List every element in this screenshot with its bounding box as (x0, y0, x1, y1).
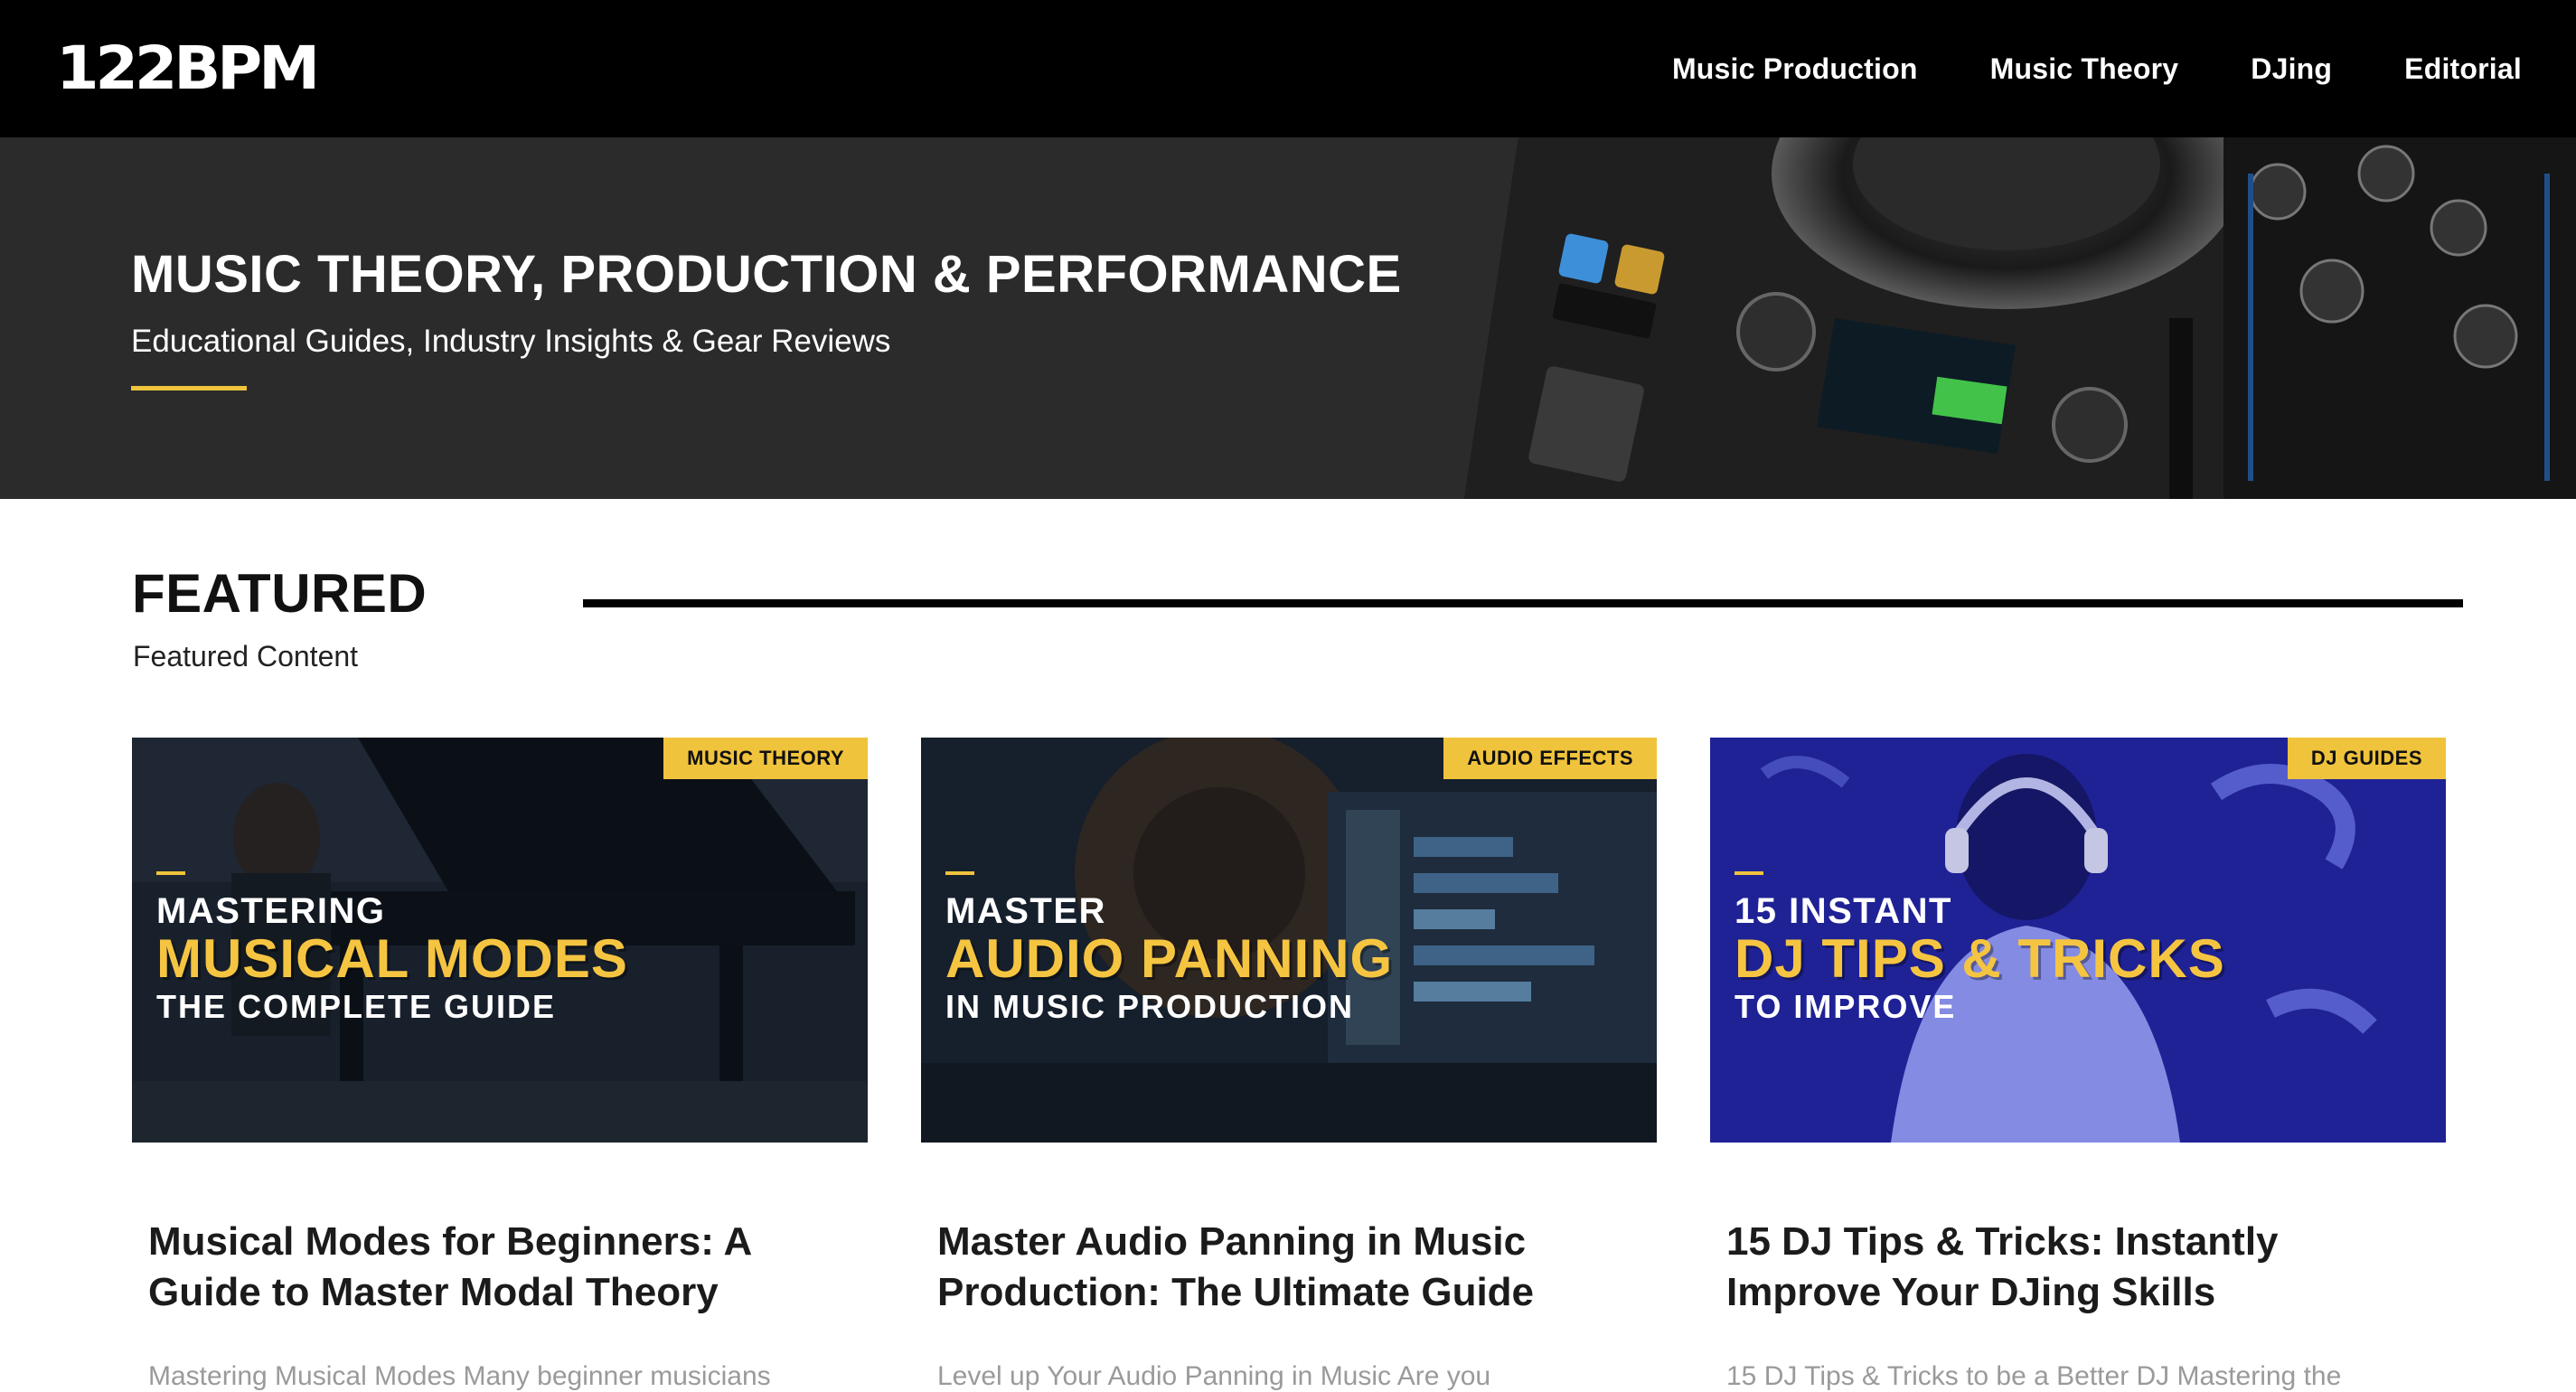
hero-accent-rule (131, 386, 247, 390)
card-excerpt: Mastering Musical Modes Many beginner mu… (148, 1361, 771, 1391)
hero-dj-controller-image (1410, 137, 2576, 499)
site-logo[interactable]: 122BPM (56, 38, 318, 101)
overlay-line-3: THE COMPLETE GUIDE (156, 988, 557, 1025)
card-title[interactable]: Musical Modes for Beginners: A Guide to … (148, 1217, 851, 1318)
overlay-accent-dash (945, 871, 974, 875)
card-excerpt: 15 DJ Tips & Tricks to be a Better DJ Ma… (1726, 1361, 2342, 1391)
top-navigation-bar: 122BPM Music Production Music Theory DJi… (0, 0, 2576, 137)
card-title[interactable]: 15 DJ Tips & Tricks: Instantly Improve Y… (1726, 1217, 2430, 1318)
card-category-badge[interactable]: MUSIC THEORY (663, 738, 868, 779)
card-excerpt: Level up Your Audio Panning in Music Are… (937, 1361, 1491, 1391)
nav-djing[interactable]: DJing (2251, 52, 2332, 86)
overlay-line-2: DJ TIPS & TRICKS (1735, 928, 2225, 989)
hero-subtitle: Educational Guides, Industry Insights & … (131, 324, 891, 359)
overlay-line-2: MUSICAL MODES (156, 928, 628, 989)
featured-card[interactable]: MUSIC THEORY MASTERING MUSICAL MODES THE… (132, 738, 868, 1392)
overlay-line-1: MASTERING (156, 891, 386, 931)
card-thumbnail-overlay-text: MASTERING MUSICAL MODES THE COMPLETE GUI… (156, 871, 628, 1027)
card-thumbnail-studio[interactable]: AUDIO EFFECTS MASTER AUDIO PANNING IN MU… (921, 738, 1657, 1143)
overlay-line-2: AUDIO PANNING (945, 928, 1394, 989)
card-title[interactable]: Master Audio Panning in Music Production… (937, 1217, 1641, 1318)
hero-title: MUSIC THEORY, PRODUCTION & PERFORMANCE (131, 245, 1402, 304)
hero-banner: MUSIC THEORY, PRODUCTION & PERFORMANCE E… (0, 137, 2576, 499)
featured-divider (583, 599, 2463, 607)
card-thumbnail-overlay-text: 15 INSTANT DJ TIPS & TRICKS TO IMPROVE (1735, 871, 2225, 1027)
overlay-line-3: TO IMPROVE (1735, 988, 1957, 1025)
main-nav: Music Production Music Theory DJing Edit… (1600, 0, 2522, 137)
overlay-line-1: 15 INSTANT (1735, 891, 1952, 931)
featured-subheading: Featured Content (133, 640, 359, 672)
nav-music-theory[interactable]: Music Theory (1990, 52, 2179, 86)
card-thumbnail-overlay-text: MASTER AUDIO PANNING IN MUSIC PRODUCTION (945, 871, 1393, 1027)
overlay-accent-dash (1735, 871, 1763, 875)
featured-card[interactable]: AUDIO EFFECTS MASTER AUDIO PANNING IN MU… (921, 738, 1657, 1392)
card-thumbnail-pianist[interactable]: MUSIC THEORY MASTERING MUSICAL MODES THE… (132, 738, 868, 1143)
featured-card[interactable]: DJ GUIDES 15 INSTANT DJ TIPS & TRICKS TO… (1710, 738, 2446, 1392)
featured-heading: FEATURED (132, 563, 428, 624)
nav-editorial[interactable]: Editorial (2404, 52, 2522, 86)
overlay-accent-dash (156, 871, 185, 875)
card-category-badge[interactable]: DJ GUIDES (2287, 738, 2446, 779)
overlay-line-3: IN MUSIC PRODUCTION (945, 988, 1354, 1025)
card-category-badge[interactable]: AUDIO EFFECTS (1443, 738, 1657, 779)
nav-music-production[interactable]: Music Production (1672, 52, 1918, 86)
logo-wordmark-icon: 122BPM (56, 38, 318, 101)
overlay-line-1: MASTER (945, 891, 1106, 931)
card-thumbnail-dj[interactable]: DJ GUIDES 15 INSTANT DJ TIPS & TRICKS TO… (1710, 738, 2446, 1143)
svg-text:122BPM: 122BPM (56, 38, 316, 101)
